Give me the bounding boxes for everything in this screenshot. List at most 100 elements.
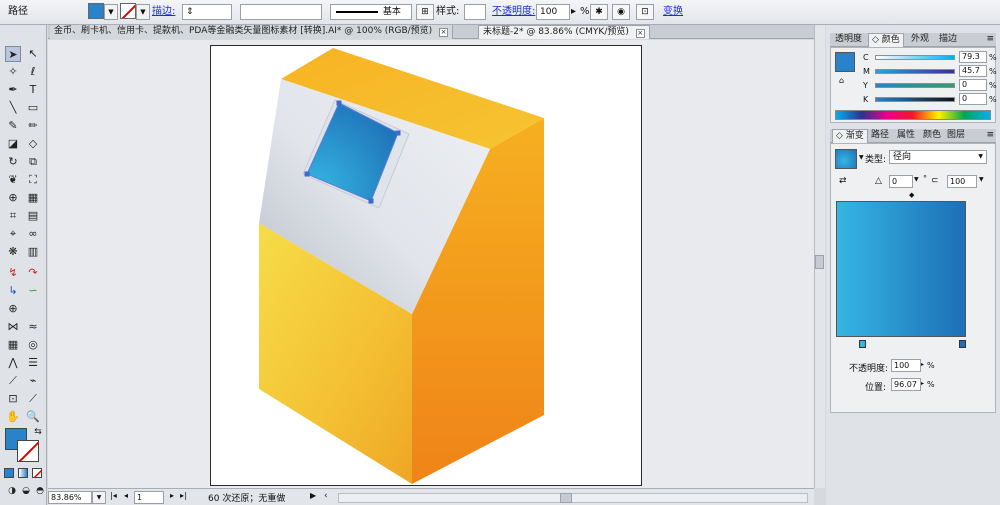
lasso-tool-icon[interactable]: ℓ: [25, 64, 41, 80]
opacity-link[interactable]: 不透明度:: [492, 4, 535, 20]
anchor-point[interactable]: [368, 198, 374, 204]
channel-m-field[interactable]: 45.7: [959, 65, 987, 77]
gradient-preview[interactable]: [836, 201, 966, 337]
aspect-dropdown-icon[interactable]: ▼: [979, 176, 984, 183]
stroke-swatch[interactable]: [120, 3, 136, 19]
anchor-point[interactable]: [395, 130, 401, 136]
blob-brush-tool-icon[interactable]: ◪: [5, 136, 21, 152]
envelope-tool-icon[interactable]: ⋈: [5, 319, 21, 335]
globe-icon[interactable]: ◉: [612, 4, 630, 20]
zoom-field[interactable]: 83.86%: [48, 491, 92, 504]
eyedropper-tool-icon[interactable]: ⌖: [5, 226, 21, 242]
aspect-ratio-field[interactable]: 100: [947, 175, 977, 188]
stroke-dropdown-icon[interactable]: ▼: [136, 4, 150, 20]
scroll-left-icon[interactable]: ‹: [324, 491, 328, 501]
none-mode-icon[interactable]: [32, 468, 42, 478]
crosshair-tool-icon[interactable]: ⊕: [5, 301, 21, 317]
panel-menu-icon[interactable]: ≡: [986, 34, 994, 44]
paintbrush-tool-icon[interactable]: ✎: [5, 118, 21, 134]
horizontal-scroll-thumb[interactable]: [560, 493, 572, 503]
channel-c-slider[interactable]: [875, 55, 955, 60]
angle-dropdown-icon[interactable]: ▼: [914, 176, 919, 183]
text-wrap-tool-icon[interactable]: ☰: [25, 355, 41, 371]
curve-tool-icon[interactable]: ↷: [25, 265, 41, 281]
wave-tool-icon[interactable]: ≈: [25, 319, 41, 335]
status-menu-icon[interactable]: ▶: [310, 491, 316, 500]
recolor-icon[interactable]: ✱: [590, 4, 608, 20]
channel-m-slider[interactable]: [875, 69, 955, 74]
gradient-mode-icon[interactable]: [18, 468, 28, 478]
gradient-stop-start[interactable]: [859, 340, 866, 348]
stop-opacity-field[interactable]: 100: [891, 359, 921, 372]
next-artboard-icon[interactable]: ▸: [170, 491, 174, 500]
stroke-weight-field[interactable]: ⇕: [182, 4, 232, 20]
path-tool-icon[interactable]: ↳: [5, 283, 21, 299]
close-icon[interactable]: ×: [439, 28, 449, 37]
stop-location-field[interactable]: 96.07: [891, 378, 921, 391]
tab-gradient[interactable]: ◇ 渐变: [832, 129, 868, 143]
panel-menu-icon[interactable]: ≡: [986, 130, 994, 140]
color-swatch[interactable]: [835, 52, 855, 72]
swap-colors-icon[interactable]: ⇆: [30, 424, 46, 440]
blend-tool-icon[interactable]: ∞: [25, 226, 41, 242]
type-tool-icon[interactable]: T: [25, 82, 41, 98]
gradient-swatch[interactable]: [835, 149, 857, 169]
horizontal-scrollbar[interactable]: [338, 493, 808, 503]
pen-tool-icon[interactable]: ✒: [5, 82, 21, 98]
anchor-point[interactable]: [336, 100, 342, 106]
stroke-link[interactable]: 描边:: [152, 4, 175, 20]
gradient-tool-icon[interactable]: ▤: [25, 208, 41, 224]
opacity-field[interactable]: 100: [536, 4, 570, 20]
magic-wand-tool-icon[interactable]: ✧: [5, 64, 21, 80]
scale-tool-icon[interactable]: ⧉: [25, 154, 41, 170]
width-tool-icon[interactable]: ↯: [5, 265, 21, 281]
symbol-sprayer-tool-icon[interactable]: ❋: [5, 244, 21, 260]
channel-c-field[interactable]: 79.3: [959, 51, 987, 63]
color-mode-icon[interactable]: [4, 468, 14, 478]
channel-y-field[interactable]: 0: [959, 79, 987, 91]
brush-dropdown[interactable]: 基本: [330, 4, 412, 20]
tab-stroke[interactable]: 描边: [936, 33, 960, 47]
column-graph-tool-icon[interactable]: ▥: [25, 244, 41, 260]
first-artboard-icon[interactable]: |◂: [110, 491, 117, 500]
artboard-number-field[interactable]: 1: [134, 491, 164, 504]
artboard[interactable]: [210, 45, 642, 486]
line-tool-icon[interactable]: ╲: [5, 100, 21, 116]
close-icon[interactable]: ×: [635, 29, 645, 38]
anchor-point[interactable]: [304, 171, 310, 177]
zoom-tool-icon[interactable]: 🔍: [25, 409, 41, 425]
tab-properties[interactable]: 属性: [894, 129, 918, 143]
eraser-tool-icon[interactable]: ◇: [25, 136, 41, 152]
canvas-area[interactable]: [48, 40, 814, 488]
style-grid-icon[interactable]: ⊞: [416, 4, 434, 20]
zoom-dropdown-icon[interactable]: ▼: [92, 491, 106, 504]
smooth-tool-icon[interactable]: ∽: [25, 283, 41, 299]
tab-color-2[interactable]: 颜色: [920, 129, 944, 143]
table-tool-icon[interactable]: ▦: [5, 337, 21, 353]
transform-link[interactable]: 变换: [663, 4, 683, 20]
eye-tool-icon[interactable]: ◎: [25, 337, 41, 353]
channel-k-field[interactable]: 0: [959, 93, 987, 105]
slice-tool-icon[interactable]: ⟋: [25, 391, 41, 407]
reverse-gradient-icon[interactable]: ⇄: [839, 176, 847, 186]
style-dropdown[interactable]: [464, 4, 486, 20]
vertical-scroll-thumb[interactable]: [815, 255, 824, 269]
perspective-grid-tool-icon[interactable]: ▦: [25, 190, 41, 206]
screen-mode-icon[interactable]: ◓: [32, 483, 48, 499]
gradient-stop-end[interactable]: [959, 340, 966, 348]
tab-document-1[interactable]: 金币、刷卡机、信用卡、提款机、PDA等金融类矢量图标素材 [转换].AI* @ …: [50, 25, 454, 39]
pencil-tool-icon[interactable]: ✏: [25, 118, 41, 134]
rotate-tool-icon[interactable]: ↻: [5, 154, 21, 170]
tab-appearance[interactable]: 外观: [908, 33, 932, 47]
direct-selection-tool-icon[interactable]: ↖: [25, 46, 41, 62]
midpoint-diamond-icon[interactable]: ◆: [909, 191, 914, 199]
channel-k-slider[interactable]: [875, 97, 955, 102]
color-spectrum-bar[interactable]: [835, 110, 991, 120]
knife-tool-icon[interactable]: ⌁: [25, 373, 41, 389]
variable-width-dropdown[interactable]: [240, 4, 322, 20]
tab-color[interactable]: ◇ 颜色: [868, 33, 904, 47]
prev-artboard-icon[interactable]: ◂: [124, 491, 128, 500]
tab-path[interactable]: 路径: [868, 129, 892, 143]
channel-y-slider[interactable]: [875, 83, 955, 88]
tab-document-2[interactable]: 未标题-2* @ 83.86% (CMYK/预览) ×: [478, 25, 650, 39]
